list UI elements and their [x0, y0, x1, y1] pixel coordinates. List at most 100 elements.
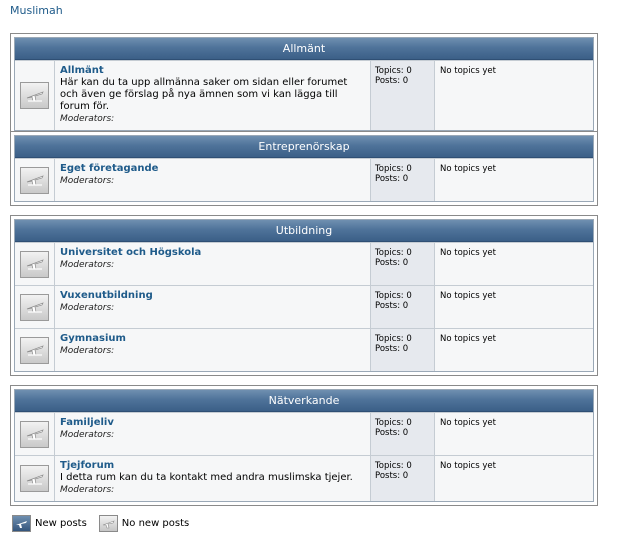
forum-description: I detta rum kan du ta kontakt med andra …: [60, 472, 353, 483]
forum-row: Gymnasium Moderators: Topics: 0 Posts: 0 No …: [15, 328, 593, 371]
topics-label: Topics:: [375, 291, 404, 301]
posts-label: Posts:: [375, 174, 401, 184]
posts-count: Posts: 0: [375, 344, 430, 354]
topics-value: 0: [406, 66, 412, 76]
category-table: Entreprenörskap Eget företagande Moderator…: [14, 135, 594, 202]
forum-info-cell: Eget företagande Moderators:: [55, 159, 371, 201]
moderators-label: Moderators:: [60, 303, 115, 313]
moderators-label: Moderators:: [60, 176, 115, 186]
forum-status-cell: [15, 159, 55, 201]
last-post-text: No topics yet: [440, 164, 496, 174]
no-new-posts-icon: [20, 250, 49, 278]
moderators-label: Moderators:: [60, 346, 115, 356]
posts-count: Posts: 0: [375, 471, 430, 481]
forum-status-cell: [15, 243, 55, 285]
posts-label: Posts:: [375, 76, 401, 86]
forum-stats-cell: Topics: 0 Posts: 0: [371, 159, 435, 201]
posts-value: 0: [402, 428, 409, 438]
forum-info-cell: Tjejforum I detta rum kan du ta kontakt m…: [55, 456, 371, 501]
category-block: Entreprenörskap Eget företagande Moderator…: [10, 131, 598, 206]
posts-value: 0: [402, 344, 409, 354]
forum-stats-cell: Topics: 0 Posts: 0: [371, 243, 435, 285]
last-post-cell: No topics yet: [435, 243, 593, 285]
topics-count: Topics: 0: [375, 461, 430, 471]
topics-value: 0: [406, 334, 412, 344]
forum-description: Här kan du ta upp allmänna saker om sida…: [60, 77, 348, 112]
last-post-text: No topics yet: [440, 248, 496, 258]
category-table: Utbildning Universitet och Högskola Modera…: [14, 219, 594, 372]
forum-title-link[interactable]: Allmänt: [60, 65, 365, 77]
last-post-cell: No topics yet: [435, 61, 593, 130]
forum-row: Tjejforum I detta rum kan du ta kontakt m…: [15, 455, 593, 501]
posts-value: 0: [402, 258, 409, 268]
topics-count: Topics: 0: [375, 418, 430, 428]
posts-label: Posts:: [375, 344, 401, 354]
topics-count: Topics: 0: [375, 164, 430, 174]
no-new-posts-icon: [20, 82, 49, 109]
posts-label: Posts:: [375, 428, 401, 438]
forum-info-cell: Gymnasium Moderators:: [55, 329, 371, 371]
topics-count: Topics: 0: [375, 291, 430, 301]
moderators-label: Moderators:: [60, 485, 115, 495]
topics-label: Topics:: [375, 66, 404, 76]
topics-value: 0: [406, 248, 412, 258]
posts-value: 0: [402, 76, 409, 86]
no-new-posts-icon: [20, 465, 49, 492]
topics-label: Topics:: [375, 461, 404, 471]
posts-count: Posts: 0: [375, 428, 430, 438]
moderators-label: Moderators:: [60, 260, 115, 270]
legend-new-posts-label: New posts: [35, 518, 87, 529]
last-post-cell: No topics yet: [435, 286, 593, 328]
last-post-cell: No topics yet: [435, 329, 593, 371]
new-posts-icon: [12, 515, 31, 532]
forum-status-cell: [15, 329, 55, 371]
posts-label: Posts:: [375, 471, 401, 481]
forum-status-cell: [15, 286, 55, 328]
legend: New posts No new posts: [12, 515, 201, 532]
last-post-cell: No topics yet: [435, 456, 593, 501]
posts-count: Posts: 0: [375, 301, 430, 311]
forum-stats-cell: Topics: 0 Posts: 0: [371, 286, 435, 328]
posts-count: Posts: 0: [375, 76, 430, 86]
forum-title-link[interactable]: Familjeliv: [60, 417, 365, 429]
posts-value: 0: [402, 301, 409, 311]
last-post-text: No topics yet: [440, 291, 496, 301]
last-post-text: No topics yet: [440, 461, 496, 471]
category-table: Allmänt Allmänt Här kan du ta upp allmänna…: [14, 37, 594, 131]
forum-row: Universitet och Högskola Moderators: Topic…: [15, 242, 593, 285]
forum-title-link[interactable]: Tjejforum: [60, 460, 365, 472]
breadcrumb-home-link[interactable]: Muslimah: [10, 4, 63, 17]
topics-value: 0: [406, 291, 412, 301]
forum-row: Vuxenutbildning Moderators: Topics: 0 Posts…: [15, 285, 593, 328]
forum-info-cell: Familjeliv Moderators:: [55, 413, 371, 455]
moderators-label: Moderators:: [60, 114, 115, 124]
forum-stats-cell: Topics: 0 Posts: 0: [371, 413, 435, 455]
topics-value: 0: [406, 164, 412, 174]
forum-info-cell: Allmänt Här kan du ta upp allmänna saker …: [55, 61, 371, 130]
posts-label: Posts:: [375, 301, 401, 311]
posts-value: 0: [402, 174, 409, 184]
forum-title-link[interactable]: Universitet och Högskola: [60, 247, 365, 259]
category-block: Utbildning Universitet och Högskola Modera…: [10, 215, 598, 376]
no-new-posts-icon: [20, 420, 49, 448]
forum-info-cell: Vuxenutbildning Moderators:: [55, 286, 371, 328]
last-post-text: No topics yet: [440, 66, 496, 76]
topics-label: Topics:: [375, 334, 404, 344]
forum-stats-cell: Topics: 0 Posts: 0: [371, 61, 435, 130]
topics-count: Topics: 0: [375, 248, 430, 258]
no-new-posts-icon: [98, 515, 118, 532]
moderators-label: Moderators:: [60, 430, 115, 440]
no-new-posts-icon: [20, 336, 49, 364]
last-post-cell: No topics yet: [435, 413, 593, 455]
posts-label: Posts:: [375, 258, 401, 268]
category-block: Allmänt Allmänt Här kan du ta upp allmänna…: [10, 33, 598, 135]
forum-title-link[interactable]: Gymnasium: [60, 333, 365, 345]
forum-stats-cell: Topics: 0 Posts: 0: [371, 329, 435, 371]
legend-no-new-posts-label: No new posts: [121, 518, 190, 529]
topics-count: Topics: 0: [375, 334, 430, 344]
forum-title-link[interactable]: Eget företagande: [60, 163, 365, 175]
forum-title-link[interactable]: Vuxenutbildning: [60, 290, 365, 302]
topics-label: Topics:: [375, 418, 404, 428]
forum-info-cell: Universitet och Högskola Moderators:: [55, 243, 371, 285]
posts-value: 0: [402, 471, 409, 481]
